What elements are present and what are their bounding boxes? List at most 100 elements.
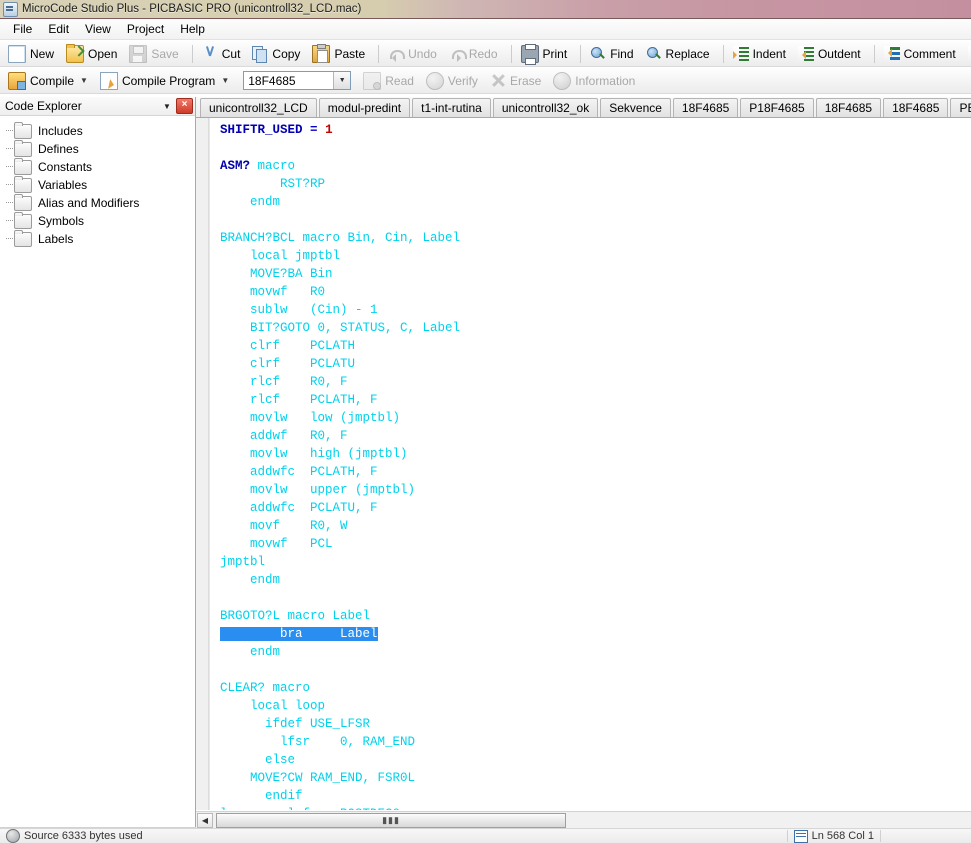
- indent-button[interactable]: Indent: [729, 43, 793, 65]
- menu-item-help[interactable]: Help: [172, 20, 213, 38]
- read-button[interactable]: Read: [359, 69, 421, 93]
- redo-button[interactable]: Redo: [445, 43, 505, 65]
- code-editor[interactable]: SHIFTR_USED = 1 ASM? macro RST?RP endm B…: [196, 118, 971, 810]
- cut-button-label: Cut: [222, 47, 241, 61]
- code-line: else: [220, 751, 460, 769]
- explorer-item-label: Labels: [38, 232, 73, 246]
- explorer-item-symbols[interactable]: Symbols: [4, 212, 195, 230]
- replace-button[interactable]: Replace: [642, 43, 717, 65]
- undo-arrow-icon: [388, 46, 404, 62]
- code-line: movlw high (jmptbl): [220, 445, 460, 463]
- undo-button[interactable]: Undo: [384, 43, 444, 65]
- save-icon: [129, 45, 147, 63]
- menu-item-file[interactable]: File: [5, 20, 40, 38]
- code-line: clrf PCLATH: [220, 337, 460, 355]
- outdent-button[interactable]: Outdent: [794, 43, 868, 65]
- tab-unicontroll32-ok[interactable]: unicontroll32_ok: [493, 98, 598, 117]
- scrollbar-thumb[interactable]: ▮▮▮: [216, 813, 566, 828]
- code-line: rlcf R0, F: [220, 373, 460, 391]
- redo-button-label: Redo: [469, 47, 498, 61]
- chevron-down-icon[interactable]: ▼: [160, 99, 174, 113]
- open-button[interactable]: Open: [62, 42, 124, 66]
- explorer-item-alias-and-modifiers[interactable]: Alias and Modifiers: [4, 194, 195, 212]
- find-button-label: Find: [610, 47, 633, 61]
- compile-program-button[interactable]: Compile Program ▼: [96, 69, 236, 93]
- close-icon[interactable]: ×: [176, 98, 193, 114]
- toolbar-separator: [511, 45, 512, 63]
- status-bar: Source 6333 bytes used Ln 568 Col 1: [0, 828, 971, 843]
- replace-button-label: Replace: [666, 47, 710, 61]
- tab-t1-int-rutina[interactable]: t1-int-rutina: [412, 98, 491, 117]
- arrow-left-icon[interactable]: ◀: [197, 813, 213, 828]
- tab-unicontroll32-lcd[interactable]: unicontroll32_LCD: [200, 98, 317, 117]
- compile-button[interactable]: Compile ▼: [4, 69, 95, 93]
- code-line: jmptbl: [220, 553, 460, 571]
- code-line: addwfc PCLATU, F: [220, 499, 460, 517]
- folder-icon: [14, 160, 32, 175]
- code-content[interactable]: SHIFTR_USED = 1 ASM? macro RST?RP endm B…: [220, 121, 460, 810]
- uncomment-icon: [968, 46, 971, 62]
- code-explorer-tree: Includes Defines Constants Variables Ali: [0, 116, 195, 248]
- erase-button-label: Erase: [510, 74, 541, 88]
- information-button-label: Information: [575, 74, 635, 88]
- code-line: endm: [220, 193, 460, 211]
- verify-button[interactable]: Verify: [422, 69, 485, 93]
- code-line: [220, 211, 460, 229]
- cut-button[interactable]: Cut: [198, 43, 248, 65]
- new-button[interactable]: New: [4, 42, 61, 66]
- tab-18f4685-1[interactable]: 18F4685: [673, 98, 738, 117]
- copy-button-label: Copy: [272, 47, 300, 61]
- code-line: [220, 139, 460, 157]
- toolbar-separator: [192, 45, 193, 63]
- save-button[interactable]: Save: [125, 42, 185, 66]
- tab-pbppic18[interactable]: PBPPIC18: [950, 98, 971, 117]
- compile-toolbar: Compile ▼ Compile Program ▼ 18F4685 ▼ Re…: [0, 68, 971, 94]
- editor-area: unicontroll32_LCD modul-predint t1-int-r…: [196, 97, 971, 827]
- tab-18f4685-3[interactable]: 18F4685: [883, 98, 948, 117]
- menu-item-edit[interactable]: Edit: [40, 20, 77, 38]
- copy-button[interactable]: Copy: [248, 43, 307, 65]
- tab-18f4685-2[interactable]: 18F4685: [816, 98, 881, 117]
- print-button-label: Print: [543, 47, 568, 61]
- outdent-icon: [798, 46, 814, 62]
- code-line: [220, 589, 460, 607]
- explorer-item-includes[interactable]: Includes: [4, 122, 195, 140]
- window-title: MicroCode Studio Plus - PICBASIC PRO (un…: [22, 3, 361, 15]
- chevron-down-icon[interactable]: ▼: [333, 72, 350, 89]
- explorer-item-variables[interactable]: Variables: [4, 176, 195, 194]
- erase-icon: [490, 73, 506, 89]
- uncomment-button[interactable]: Uncomment: [964, 43, 971, 65]
- outdent-button-label: Outdent: [818, 47, 861, 61]
- menu-item-project[interactable]: Project: [119, 20, 172, 38]
- explorer-item-label: Variables: [38, 178, 87, 192]
- code-line: MOVE?BA Bin: [220, 265, 460, 283]
- information-button[interactable]: Information: [549, 69, 642, 93]
- code-line: ifdef USE_LFSR: [220, 715, 460, 733]
- code-horizontal-scrollbar[interactable]: ◀ ▮▮▮: [196, 811, 971, 828]
- new-file-icon: [8, 45, 26, 63]
- explorer-item-defines[interactable]: Defines: [4, 140, 195, 158]
- tab-p18f4685[interactable]: P18F4685: [740, 98, 813, 117]
- status-source-info: Source 6333 bytes used: [0, 829, 149, 843]
- print-button[interactable]: Print: [517, 42, 575, 66]
- menu-item-view[interactable]: View: [77, 20, 119, 38]
- code-line: clrf PCLATU: [220, 355, 460, 373]
- tab-modul-predint[interactable]: modul-predint: [319, 98, 410, 117]
- paste-button[interactable]: Paste: [308, 42, 372, 66]
- toolbar-separator: [378, 45, 379, 63]
- comment-button[interactable]: Comment: [880, 43, 963, 65]
- save-button-label: Save: [151, 47, 178, 61]
- menu-bar: File Edit View Project Help: [0, 19, 971, 40]
- chevron-down-icon: ▼: [80, 76, 88, 85]
- cursor-position-icon: [794, 830, 808, 843]
- code-line: lfsr 0, RAM_END: [220, 733, 460, 751]
- device-select[interactable]: 18F4685 ▼: [243, 71, 351, 90]
- erase-button[interactable]: Erase: [486, 70, 548, 92]
- folder-icon: [14, 124, 32, 139]
- compile-program-icon: [100, 72, 118, 90]
- explorer-item-constants[interactable]: Constants: [4, 158, 195, 176]
- tab-sekvence[interactable]: Sekvence: [600, 98, 671, 117]
- explorer-item-label: Symbols: [38, 214, 84, 228]
- explorer-item-labels[interactable]: Labels: [4, 230, 195, 248]
- find-button[interactable]: Find: [586, 43, 640, 65]
